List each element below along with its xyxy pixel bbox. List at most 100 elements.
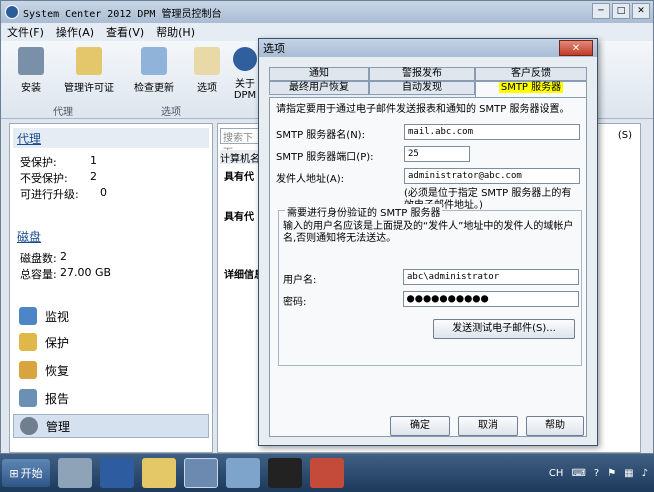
agent-row-label: 可进行升级:: [20, 188, 79, 201]
options-icon: [194, 47, 220, 75]
group-row[interactable]: 具有代: [224, 168, 254, 183]
group-options-label: 选项: [161, 107, 181, 118]
tab-label: 自动发现: [402, 82, 442, 93]
auth-groupbox: 需要进行身份验证的 SMTP 服务器 输入的用户名应该是上面提及的“发件人”地址…: [278, 204, 582, 366]
menu-file[interactable]: 文件(F): [7, 24, 44, 40]
license-button[interactable]: 管理许可证: [59, 47, 119, 94]
disk-row-label: 总容量:: [20, 268, 57, 281]
dialog-close-button[interactable]: ✕: [559, 40, 593, 56]
agent-row-label: 不受保护:: [20, 172, 68, 185]
minimize-button[interactable]: ─: [592, 3, 610, 19]
language-indicator[interactable]: CH: [549, 468, 564, 479]
recovery-icon: [19, 361, 37, 379]
agent-row: 受保护: 1: [10, 154, 212, 170]
nav-monitoring[interactable]: 监视: [13, 304, 209, 328]
disk-summary-link[interactable]: 磁盘: [13, 226, 209, 246]
nav-recovery[interactable]: 恢复: [13, 358, 209, 382]
tab-label: 最终用户恢复: [289, 82, 349, 93]
nav-management[interactable]: 管理: [13, 414, 209, 438]
nav-label: 报告: [45, 391, 70, 406]
tab-smtp-server[interactable]: SMTP 服务器: [475, 81, 587, 98]
send-test-email-button[interactable]: 发送测试电子邮件(S)...: [433, 319, 575, 339]
cancel-button[interactable]: 取消: [458, 416, 518, 436]
system-tray: CH ⌨ ? ⚑ ▦ ♪: [549, 458, 654, 488]
close-window-button[interactable]: ✕: [632, 3, 650, 19]
start-label: 开始: [20, 467, 43, 480]
disk-row-value: 27.00 GB: [60, 266, 112, 279]
cmd-icon[interactable]: [268, 458, 302, 488]
monitor-icon: [19, 307, 37, 325]
tab-customer-feedback[interactable]: 客户反馈: [475, 67, 587, 81]
smtp-server-input[interactable]: mail.abc.com: [404, 124, 580, 140]
nav-label: 管理: [46, 419, 71, 434]
smtp-intro-text: 请指定要用于通过电子邮件发送报表和通知的 SMTP 服务器设置。: [276, 104, 570, 115]
license-icon: [76, 47, 102, 75]
tab-label: 警报发布: [402, 68, 442, 79]
search-options[interactable]: (S): [618, 130, 632, 141]
smtp-panel: 请指定要用于通过电子邮件发送报表和通知的 SMTP 服务器设置。 SMTP 服务…: [269, 97, 587, 437]
menu-help[interactable]: 帮助(H): [156, 24, 195, 40]
smtp-port-input[interactable]: 25: [404, 146, 470, 162]
install-label: 安装: [21, 83, 41, 94]
group-row[interactable]: 具有代: [224, 208, 254, 223]
smtp-port-label: SMTP 服务器端口(P):: [276, 152, 374, 163]
help-tray-icon[interactable]: ?: [594, 468, 599, 479]
disk-row: 磁盘数: 2: [10, 250, 212, 266]
disk-row-label: 磁盘数:: [20, 252, 57, 265]
report-icon: [19, 389, 37, 407]
help-button[interactable]: 帮助: [526, 416, 584, 436]
from-address-label: 发件人地址(A):: [276, 174, 345, 185]
options-button[interactable]: 选项: [181, 47, 233, 94]
menu-view[interactable]: 查看(V): [106, 24, 144, 40]
window-title: System Center 2012 DPM 管理员控制台: [23, 8, 222, 20]
start-button[interactable]: ⊞ 开始: [2, 459, 50, 487]
powershell-icon[interactable]: [100, 458, 134, 488]
dpm-app-icon: [5, 5, 19, 19]
agent-row-value: 2: [90, 170, 97, 183]
gear-icon: [20, 417, 38, 435]
auth-group-title: 需要进行身份验证的 SMTP 服务器: [285, 204, 443, 219]
flag-icon[interactable]: ⚑: [607, 468, 616, 479]
ok-button[interactable]: 确定: [390, 416, 450, 436]
explorer-icon[interactable]: [142, 458, 176, 488]
tab-alert-publishing[interactable]: 警报发布: [369, 67, 475, 81]
auth-description: 输入的用户名应该是上面提及的“发件人”地址中的发件人的域帐户名,否则通知将无法送…: [283, 221, 574, 244]
menu-action[interactable]: 操作(A): [56, 24, 94, 40]
toolbox-icon[interactable]: [310, 458, 344, 488]
install-button[interactable]: 安装: [5, 47, 57, 94]
dpm-console-icon[interactable]: [184, 458, 218, 488]
main-titlebar: System Center 2012 DPM 管理员控制台: [1, 1, 653, 23]
options-tabs: 通知 警报发布 客户反馈 最终用户恢复 自动发现 SMTP 服务器: [269, 67, 587, 98]
nav-reporting[interactable]: 报告: [13, 386, 209, 410]
username-label: 用户名:: [283, 275, 317, 286]
check-updates-button[interactable]: 检查更新: [125, 47, 183, 94]
search-input[interactable]: 搜索下面: [220, 128, 260, 159]
keyboard-icon[interactable]: ⌨: [571, 468, 585, 479]
agent-row-label: 受保护:: [20, 156, 57, 169]
nav-label: 保护: [45, 335, 70, 350]
left-pane: 代理 受保护: 1 不受保护: 2 可进行升级: 0 磁盘 磁盘数: 2 总容量: 27.…: [9, 123, 213, 453]
window-controls: ─ □ ✕: [592, 3, 650, 19]
group-agent-label: 代理: [53, 107, 73, 118]
network-app-icon[interactable]: [226, 458, 260, 488]
from-address-input[interactable]: administrator@abc.com: [404, 168, 580, 184]
password-input[interactable]: ●●●●●●●●●●: [403, 291, 579, 307]
tab-notifications[interactable]: 通知: [269, 67, 369, 81]
dialog-titlebar: 选项: [259, 39, 597, 57]
smtp-server-label: SMTP 服务器名(N):: [276, 130, 365, 141]
options-dialog: 选项 ✕ 通知 警报发布 客户反馈 最终用户恢复 自动发现 SMTP 服务器 请…: [258, 38, 598, 446]
tab-auto-discovery[interactable]: 自动发现: [369, 81, 475, 95]
agent-row: 可进行升级: 0: [10, 186, 212, 202]
agent-summary-link[interactable]: 代理: [13, 128, 209, 148]
column-header-computer[interactable]: 计算机名: [220, 150, 260, 165]
username-input[interactable]: abc\administrator: [403, 269, 579, 285]
maximize-button[interactable]: □: [612, 3, 630, 19]
server-manager-icon[interactable]: [58, 458, 92, 488]
password-label: 密码:: [283, 297, 307, 308]
nav-label: 监视: [45, 309, 70, 324]
tab-end-user-recovery[interactable]: 最终用户恢复: [269, 81, 369, 95]
options-label: 选项: [197, 83, 217, 94]
nav-protection[interactable]: 保护: [13, 330, 209, 354]
volume-icon[interactable]: ♪: [642, 468, 648, 479]
network-icon[interactable]: ▦: [624, 468, 633, 479]
